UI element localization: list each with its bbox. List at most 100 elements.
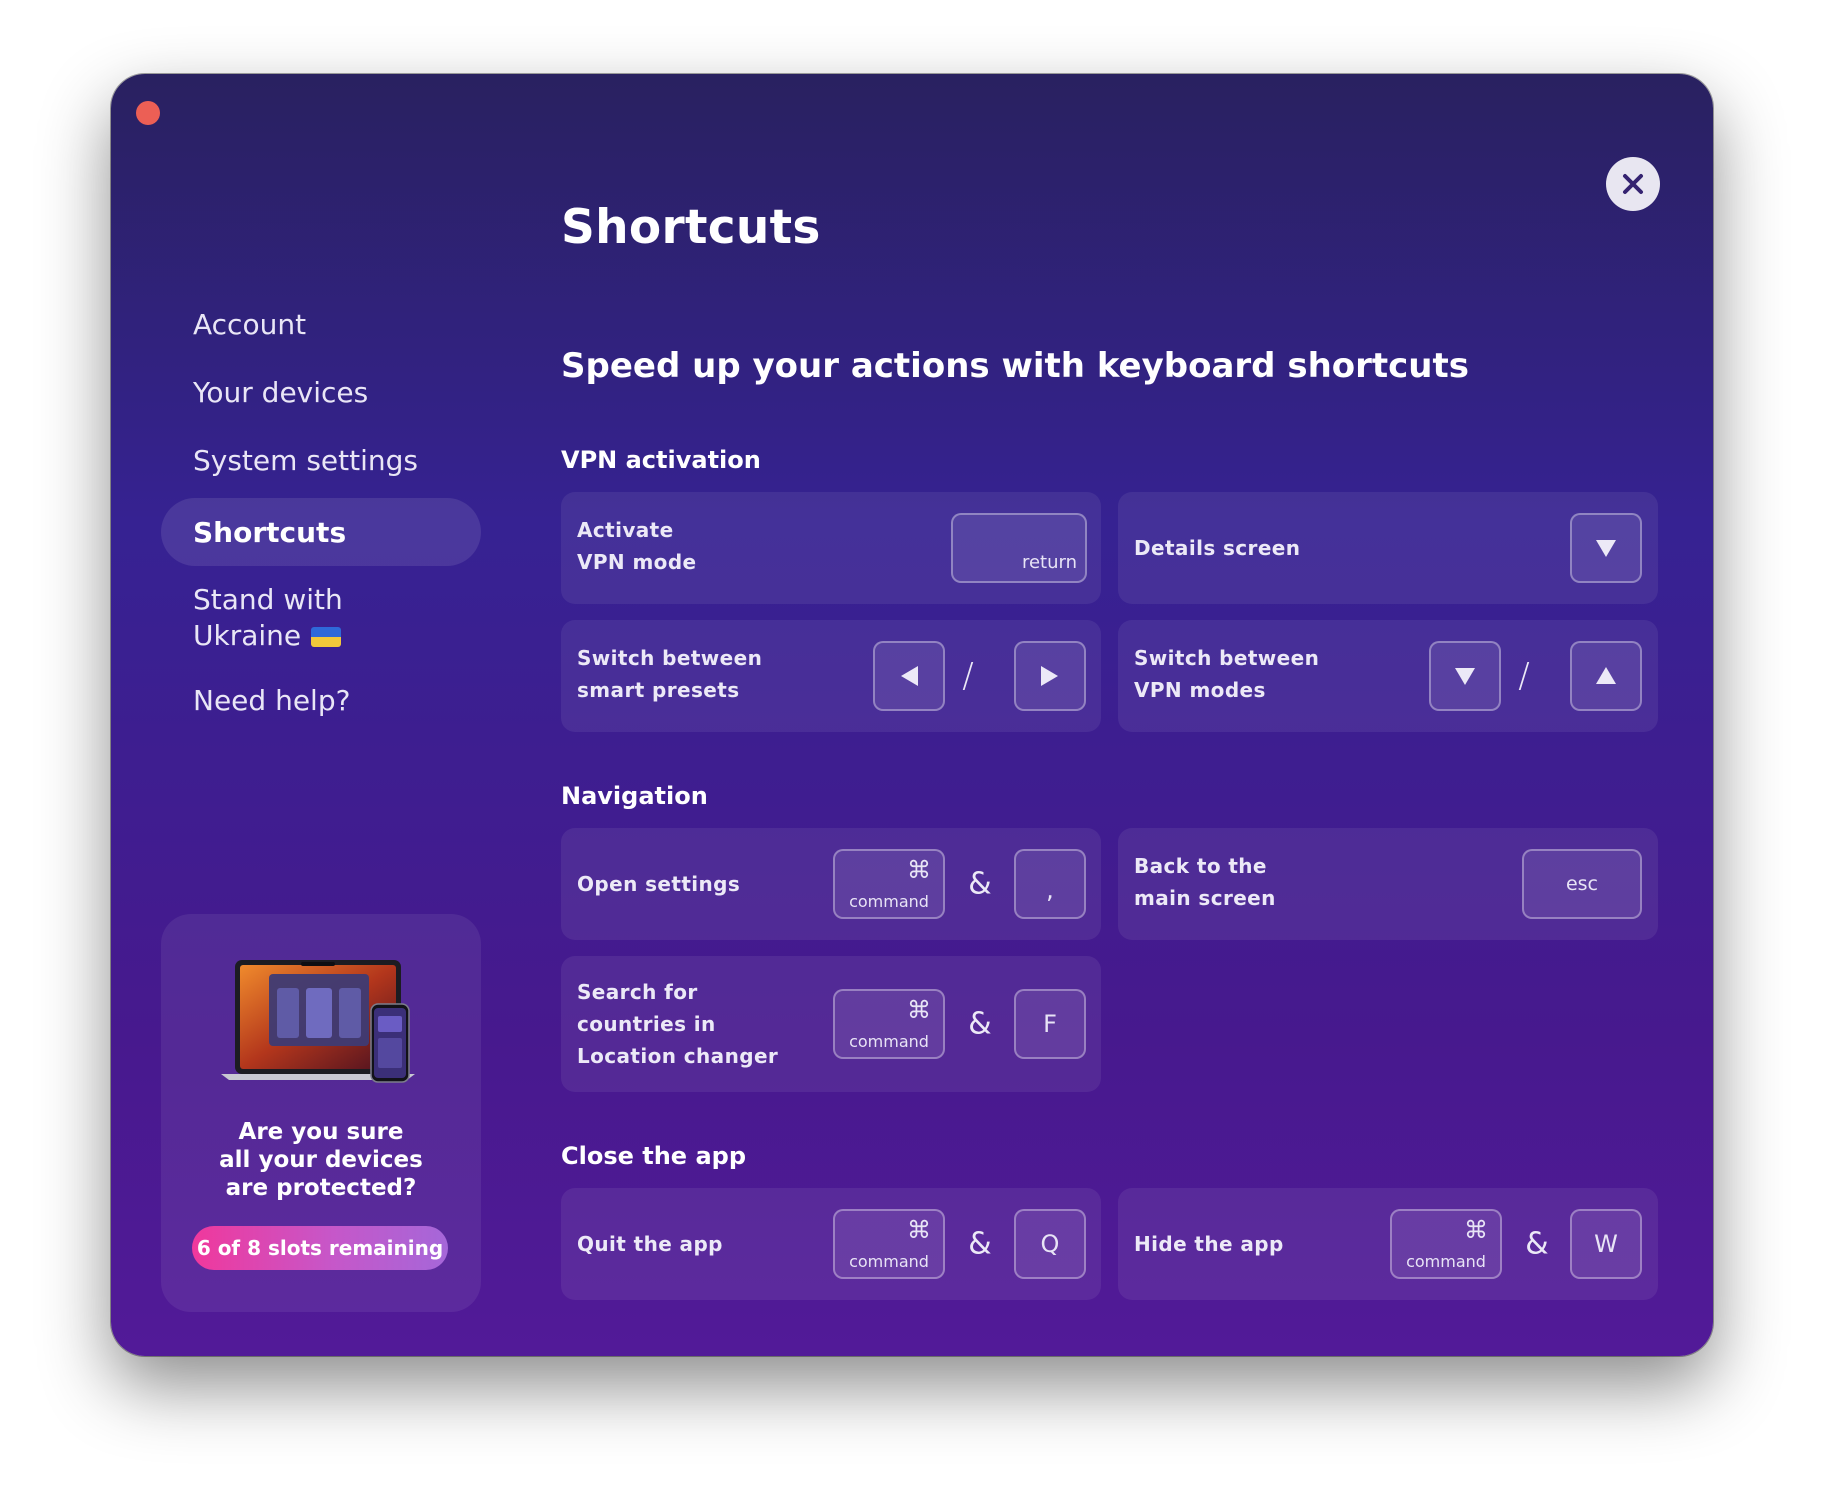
sidebar-item-account[interactable]: Account [161, 294, 481, 354]
arrow-down-icon [1454, 666, 1476, 686]
shortcut-label-line: smart presets [577, 678, 740, 702]
key-arrow-right [1014, 641, 1086, 711]
shortcut-card-back-main: Back to the main screen esc [1118, 828, 1658, 940]
arrow-up-icon [1595, 666, 1617, 686]
arrow-left-icon [899, 665, 919, 687]
command-icon: ⌘ [907, 996, 931, 1024]
shortcut-label: Switch between smart presets [577, 642, 762, 706]
sidebar-item-label-line1: Stand with [193, 583, 343, 616]
shortcut-label: Activate VPN mode [577, 514, 697, 578]
key-f: F [1014, 989, 1086, 1059]
sidebar: Account Your devices System settings Sho… [161, 294, 481, 738]
section-heading-vpn: VPN activation [561, 446, 761, 474]
sidebar-item-label: Your devices [193, 375, 369, 409]
key-combo-ampersand: & [968, 1006, 992, 1042]
key-w: W [1570, 1209, 1642, 1279]
shortcut-card-vpn-modes: Switch between VPN modes / [1118, 620, 1658, 732]
separator-slash: / [962, 656, 974, 696]
key-command: ⌘ command [833, 849, 945, 919]
command-icon: ⌘ [907, 856, 931, 884]
command-icon: ⌘ [907, 1216, 931, 1244]
app-window: Shortcuts Account Your devices System se… [111, 74, 1713, 1356]
key-arrow-down [1570, 513, 1642, 583]
key-command: ⌘ command [833, 989, 945, 1059]
key-label: command [849, 1252, 929, 1271]
sidebar-item-label: Shortcuts [193, 515, 347, 549]
key-label: F [1043, 1010, 1057, 1038]
key-command: ⌘ command [833, 1209, 945, 1279]
window-close-traffic-light[interactable] [136, 101, 160, 125]
key-combo-ampersand: & [968, 866, 992, 902]
separator-slash: / [1518, 656, 1530, 696]
section-heading-close: Close the app [561, 1142, 746, 1170]
arrow-down-icon [1595, 538, 1617, 558]
key-q: Q [1014, 1209, 1086, 1279]
key-label: , [1046, 876, 1054, 904]
key-label: return [1021, 552, 1077, 573]
devices-illustration [221, 956, 421, 1086]
shortcut-label: Back to the main screen [1134, 850, 1276, 914]
promo-line: Are you sure [238, 1119, 404, 1145]
slots-remaining-badge[interactable]: 6 of 8 slots remaining [192, 1226, 448, 1270]
key-arrow-up [1570, 641, 1642, 711]
close-button[interactable] [1606, 157, 1660, 211]
shortcut-card-smart-presets: Switch between smart presets / [561, 620, 1101, 732]
sidebar-item-label: Need help? [193, 683, 351, 717]
sidebar-item-need-help[interactable]: Need help? [161, 670, 481, 730]
key-label: command [849, 892, 929, 911]
close-icon [1621, 172, 1645, 196]
sidebar-item-label-line2: Ukraine [193, 619, 302, 652]
promo-line: all your devices [219, 1147, 423, 1173]
key-return: return [951, 513, 1087, 583]
sidebar-item-your-devices[interactable]: Your devices [161, 362, 481, 422]
shortcut-card-details-screen: Details screen [1118, 492, 1658, 604]
sidebar-item-label: System settings [193, 443, 418, 477]
key-esc: esc [1522, 849, 1642, 919]
key-combo-ampersand: & [968, 1226, 992, 1262]
shortcut-label-line: VPN modes [1134, 678, 1266, 702]
key-label: command [849, 1032, 929, 1051]
shortcut-label: Hide the app [1134, 1232, 1284, 1256]
shortcut-label-line: main screen [1134, 886, 1276, 910]
shortcut-card-search-countries: Search for countries in Location changer… [561, 956, 1101, 1092]
promo-line: are protected? [225, 1175, 417, 1201]
key-arrow-left [873, 641, 945, 711]
shortcut-label: Quit the app [577, 1232, 723, 1256]
shortcut-label-line: Location changer [577, 1044, 779, 1068]
sidebar-item-shortcuts[interactable]: Shortcuts [161, 498, 481, 566]
key-label: command [1406, 1252, 1486, 1271]
shortcut-label-line: Switch between [577, 646, 763, 670]
shortcut-label: Open settings [577, 872, 741, 896]
page-title: Shortcuts [561, 200, 821, 255]
section-heading-navigation: Navigation [561, 782, 708, 810]
shortcut-label-line: Back to the [1134, 854, 1267, 878]
key-command: ⌘ command [1390, 1209, 1502, 1279]
ukraine-flag-icon [311, 627, 342, 647]
shortcut-label: Search for countries in Location changer [577, 976, 778, 1072]
key-label: Q [1040, 1230, 1060, 1258]
command-icon: ⌘ [1464, 1216, 1488, 1244]
promo-text: Are you sure all your devices are protec… [161, 1118, 481, 1202]
shortcut-label-line: Switch between [1134, 646, 1320, 670]
page-subtitle: Speed up your actions with keyboard shor… [561, 346, 1470, 386]
sidebar-item-system-settings[interactable]: System settings [161, 430, 481, 490]
key-arrow-down [1429, 641, 1501, 711]
shortcut-card-quit: Quit the app ⌘ command & Q [561, 1188, 1101, 1300]
key-label: W [1594, 1230, 1618, 1258]
shortcut-label-line: countries in [577, 1012, 716, 1036]
shortcut-card-hide: Hide the app ⌘ command & W [1118, 1188, 1658, 1300]
shortcut-card-activate-vpn: Activate VPN mode return [561, 492, 1101, 604]
arrow-right-icon [1040, 665, 1060, 687]
shortcut-label: Switch between VPN modes [1134, 642, 1319, 706]
key-combo-ampersand: & [1525, 1226, 1549, 1262]
sidebar-item-label: Account [193, 307, 307, 341]
key-label: esc [1565, 873, 1599, 895]
key-comma: , [1014, 849, 1086, 919]
shortcut-label-line: Activate [577, 518, 674, 542]
shortcut-card-open-settings: Open settings ⌘ command & , [561, 828, 1101, 940]
sidebar-item-stand-with-ukraine[interactable]: Stand with Ukraine [161, 574, 481, 662]
shortcut-label: Details screen [1134, 536, 1301, 560]
shortcut-label-line: VPN mode [577, 550, 697, 574]
shortcut-label-line: Search for [577, 980, 698, 1004]
devices-promo-card[interactable]: Are you sure all your devices are protec… [161, 914, 481, 1312]
